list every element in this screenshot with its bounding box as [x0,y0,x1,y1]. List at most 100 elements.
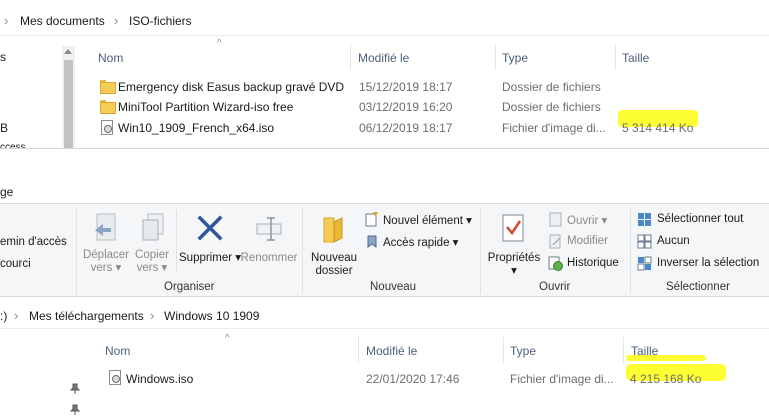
group-label-organiser: Organiser [164,281,215,293]
pin-icon[interactable] [70,404,80,416]
column-header-type[interactable]: Type [510,344,536,358]
nav-scrollbar[interactable] [62,46,75,148]
breadcrumb-item-downloads[interactable]: Mes téléchargements [29,309,144,323]
edit-button[interactable]: Modifier [548,233,624,251]
copy-to-button[interactable]: Copier vers ▾ [128,208,176,278]
scroll-up-icon[interactable] [64,49,72,54]
breadcrumb-chevron: › [114,13,119,28]
edit-icon [549,234,561,249]
select-none-label: Aucun [657,235,690,247]
history-button[interactable]: Historique [548,255,628,273]
folder-icon [100,80,116,94]
invert-selection-icon [637,256,652,271]
file-size: 4 215 168 Ko [630,372,702,386]
column-header-name[interactable]: Nom [105,344,130,358]
file-modified: 15/12/2019 18:17 [359,80,453,94]
properties-label: Propriétés ▾ [487,252,541,277]
table-row[interactable]: Emergency disk Easus backup gravé DVD 15… [95,77,695,97]
top-explorer-pane: › Mes documents › ISO-fichiers s B ccess… [0,0,769,153]
ribbon-item-raccourci[interactable]: courci [0,258,31,270]
breadcrumb-item-windows[interactable]: Windows 10 1909 [164,309,259,323]
file-modified: 03/12/2019 16:20 [359,100,453,114]
move-to-label: Déplacer vers ▾ [82,249,130,274]
select-none-button[interactable]: Aucun [637,233,767,251]
group-label-selectionner: Sélectionner [666,281,730,293]
file-type: Fichier d'image di... [510,372,614,386]
ribbon-item-chemin[interactable]: emin d'accès [0,236,67,248]
sort-ascending-icon: ^ [217,38,222,49]
column-header-type[interactable]: Type [502,51,528,65]
select-all-icon [638,213,651,226]
disc-image-icon [101,120,113,135]
delete-label: Supprimer ▾ [179,252,242,264]
breadcrumb-chevron: › [150,308,155,323]
open-button[interactable]: Ouvrir ▾ [548,211,624,229]
rename-icon [256,217,282,241]
open-label: Ouvrir ▾ [567,215,608,227]
file-modified: 22/01/2020 17:46 [366,372,460,386]
disc-image-icon [109,370,121,385]
move-to-icon [95,213,116,241]
table-row[interactable]: MiniTool Partition Wizard-iso free 03/12… [95,97,695,117]
nav-fragment[interactable]: B [0,121,8,135]
ribbon-tab-fragment[interactable]: ge [0,185,13,199]
sort-ascending-icon: ^ [225,333,230,344]
address-bar[interactable]: :) › Mes téléchargements › Windows 10 19… [0,301,769,329]
pin-icon[interactable] [70,383,80,395]
column-header-size[interactable]: Taille [622,51,649,65]
new-folder-button[interactable]: Nouveau dossier [306,208,362,278]
file-modified: 06/12/2019 18:17 [359,121,453,135]
new-item-icon [365,212,378,227]
properties-icon [502,214,524,242]
scroll-thumb[interactable] [64,60,73,148]
select-all-button[interactable]: Sélectionner tout [637,211,767,229]
table-row[interactable]: Windows.iso 22/01/2020 17:46 Fichier d'i… [103,369,703,389]
breadcrumb-item-iso[interactable]: ISO-fichiers [129,14,192,28]
file-type: Dossier de fichiers [502,100,601,114]
breadcrumb-item-documents[interactable]: Mes documents [20,14,105,28]
column-header-modified[interactable]: Modifié le [366,344,417,358]
copy-to-icon [142,213,164,241]
new-item-button[interactable]: Nouvel élément ▾ [364,211,476,229]
table-row[interactable]: Win10_1909_French_x64.iso 06/12/2019 18:… [95,118,695,138]
folder-icon [100,100,116,114]
group-label-ouvrir: Ouvrir [539,281,571,293]
column-header-name[interactable]: Nom [98,51,123,65]
rename-button[interactable]: Renommer [240,208,298,278]
file-name: MiniTool Partition Wizard-iso free [118,100,294,114]
breadcrumb-chevron: › [4,13,9,28]
highlight-mark [626,355,706,361]
open-icon [549,212,562,227]
quick-access-label: Accès rapide ▾ [383,237,459,249]
new-folder-label: Nouveau dossier [310,252,358,277]
select-all-label: Sélectionner tout [657,213,744,225]
nav-fragment[interactable]: s [0,50,6,64]
address-bar[interactable]: › Mes documents › ISO-fichiers [0,6,769,36]
file-name: Win10_1909_French_x64.iso [118,121,275,135]
file-name: Windows.iso [126,372,194,386]
group-label-nouveau: Nouveau [370,281,417,293]
file-type: Fichier d'image di... [502,121,606,135]
bottom-explorer-pane: :) › Mes téléchargements › Windows 10 19… [0,297,769,417]
column-header-modified[interactable]: Modifié le [358,51,409,65]
delete-button[interactable]: Supprimer ▾ [179,208,241,278]
file-type: Dossier de fichiers [502,80,601,94]
rename-label: Renommer [240,252,298,264]
edit-label: Modifier [567,235,608,247]
delete-x-icon [197,215,223,241]
properties-button[interactable]: Propriétés ▾ [484,208,544,278]
move-to-button[interactable]: Déplacer vers ▾ [80,208,132,278]
history-label: Historique [567,257,619,269]
quick-access-button[interactable]: Accès rapide ▾ [364,233,476,251]
ribbon: emin d'accès courci Déplacer vers ▾ Copie… [0,203,769,297]
invert-selection-label: Inverser la sélection [657,257,760,269]
select-none-icon [637,234,652,249]
new-item-label: Nouvel élément ▾ [383,215,472,227]
ribbon-tab-row: ge [0,175,769,203]
invert-selection-button[interactable]: Inverser la sélection [637,255,769,273]
copy-to-label: Copier vers ▾ [135,249,169,274]
new-folder-icon [323,217,343,243]
breadcrumb-prefix: :) [0,309,8,323]
quick-access-icon [367,235,377,248]
file-name: Emergency disk Easus backup gravé DVD [118,80,345,94]
